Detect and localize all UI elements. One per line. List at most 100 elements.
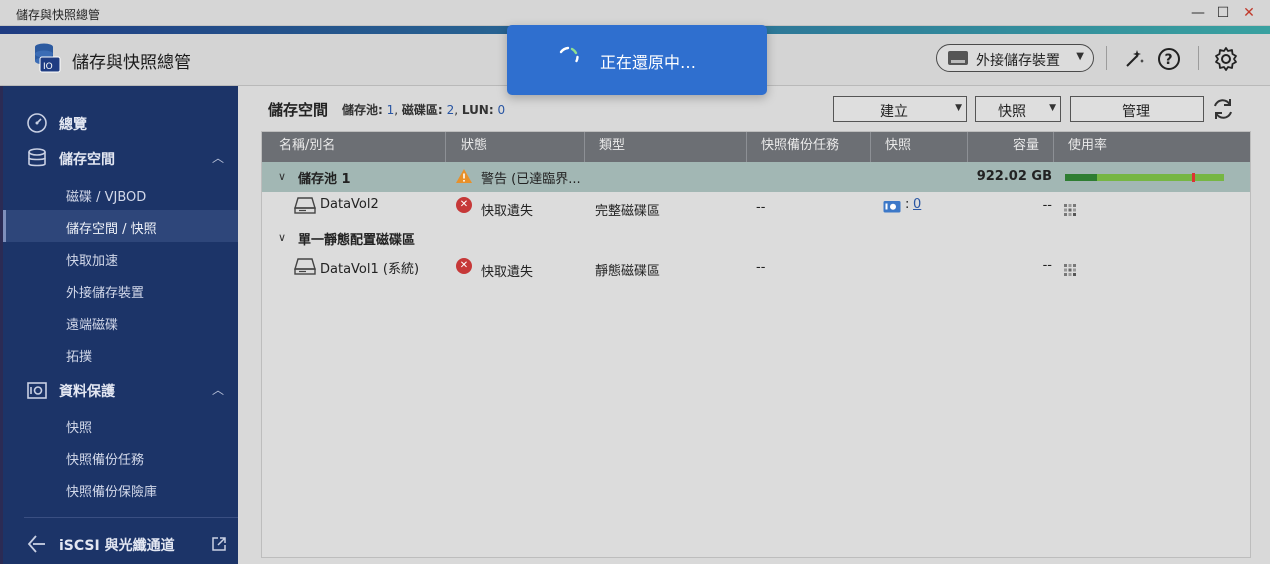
sidebar-item-label: 快照備份保險庫 (66, 485, 158, 500)
column-header[interactable]: 名稱/別名 (262, 132, 446, 162)
pool-name: 儲存池 1 (298, 172, 351, 187)
external-storage-dropdown[interactable]: 外接儲存裝置 ▼ (936, 44, 1094, 72)
sidebar-item-label: 快照備份任務 (66, 453, 145, 468)
sidebar-item-label: 快取加速 (66, 254, 119, 269)
window-title-bar: 儲存與快照總管 — ☐ ✕ (0, 0, 1270, 26)
gear-icon[interactable] (1213, 46, 1239, 72)
table-row-volume[interactable]: DataVol2 ✕ 快取遺失 完整磁碟區 -- : 0 -- (262, 192, 1250, 222)
pool-status: 警告 (已達臨界... (481, 172, 581, 187)
storage-summary: 儲存池: 1, 磁碟區: 2, LUN: 0 (342, 103, 506, 117)
storage-table: 名稱/別名 狀態 類型 快照備份任務 快照 容量 使用率 ∨ 儲存池 1 警告 … (261, 131, 1251, 558)
error-icon: ✕ (456, 258, 472, 274)
usage-unknown-icon (1064, 264, 1076, 276)
chevron-down-icon[interactable]: ∨ (278, 170, 286, 183)
caret-down-icon: ▼ (1049, 103, 1056, 113)
window-title: 儲存與快照總管 (16, 8, 101, 22)
raid-icon (948, 51, 968, 65)
chevron-up-icon[interactable]: ︿ (212, 381, 224, 398)
table-row-static-group[interactable]: ∨ 單一靜態配置磁碟區 (262, 222, 1250, 252)
sidebar-item-iscsi[interactable]: iSCSI 與光纖通道 (0, 529, 238, 559)
svg-text:?: ? (1165, 52, 1173, 68)
group-name: 單一靜態配置磁碟區 (298, 233, 416, 248)
sidebar-item-cache[interactable]: 快取加速 (3, 242, 238, 274)
volume-name[interactable]: DataVol1 (系統) (320, 258, 419, 277)
chevron-down-icon: ▼ (1076, 51, 1084, 62)
sidebar-item-disks[interactable]: 磁碟 / VJBOD (3, 178, 238, 210)
page-title: 儲存空間 (268, 101, 329, 119)
close-button[interactable]: ✕ (1239, 4, 1259, 22)
manage-label: 管理 (1122, 104, 1150, 120)
header-divider (1198, 46, 1199, 70)
sidebar-section-storage[interactable]: 儲存空間 ︿ (0, 143, 238, 173)
create-dropdown[interactable]: 建立 ▼ (833, 96, 967, 122)
loading-spinner-icon (559, 46, 579, 63)
usage-bar-fill (1065, 174, 1097, 181)
storage-app-icon: IO (35, 43, 61, 73)
snapshot-camera-icon (883, 201, 901, 213)
column-header[interactable]: 快照備份任務 (747, 132, 871, 162)
volume-type: 完整磁碟區 (595, 204, 661, 219)
volume-disk-icon (294, 258, 316, 275)
sidebar-label: 儲存空間 (59, 152, 115, 168)
svg-text:IO: IO (43, 62, 53, 72)
create-label: 建立 (880, 104, 908, 120)
volume-disk-icon (294, 197, 316, 214)
sidebar-item-label: 遠端磁碟 (66, 318, 119, 333)
refresh-icon[interactable] (1210, 96, 1236, 122)
column-header[interactable]: 快照 (871, 132, 968, 162)
snapshot-label: 快照 (998, 104, 1026, 120)
table-row-volume[interactable]: DataVol1 (系統) ✕ 快取遺失 靜態磁碟區 -- -- (262, 252, 1250, 282)
pool-count-label: 儲存池: (342, 103, 383, 117)
chevron-down-icon[interactable]: ∨ (278, 231, 286, 244)
sidebar-item-label: 磁碟 / VJBOD (66, 190, 147, 205)
sidebar-section-data-protection[interactable]: 資料保護 ︿ (0, 375, 238, 405)
lun-count: 0 (497, 103, 506, 117)
volume-backup-jobs: -- (756, 260, 766, 275)
volume-capacity: -- (1042, 258, 1052, 273)
pool-capacity: 922.02 GB (976, 169, 1052, 184)
sidebar-item-label: 拓撲 (66, 350, 93, 365)
snapshot-count-link[interactable]: 0 (913, 197, 921, 212)
table-row-pool[interactable]: ∨ 儲存池 1 警告 (已達臨界... 922.02 GB (262, 162, 1250, 192)
sidebar-item-remote-disk[interactable]: 遠端磁碟 (3, 306, 238, 338)
error-icon: ✕ (456, 197, 472, 213)
snapshot-count-prefix: : (905, 197, 910, 212)
sidebar-item-snapshot-backup-jobs[interactable]: 快照備份任務 (3, 441, 238, 473)
sidebar-item-label: 快照 (66, 421, 93, 436)
caret-down-icon: ▼ (955, 103, 962, 113)
sidebar-item-external-storage[interactable]: 外接儲存裝置 (3, 274, 238, 306)
volume-count: 2 (446, 103, 455, 117)
snapshot-dropdown[interactable]: 快照 ▼ (975, 96, 1061, 122)
help-icon[interactable]: ? (1156, 46, 1182, 72)
dashboard-icon (27, 113, 47, 133)
column-header[interactable]: 容量 (968, 132, 1054, 162)
sidebar-item-storage-snapshots[interactable]: 儲存空間 / 快照 (3, 210, 238, 242)
sidebar-label: 資料保護 (59, 384, 115, 400)
iscsi-icon (27, 535, 45, 553)
column-header[interactable]: 使用率 (1054, 132, 1250, 162)
chevron-up-icon[interactable]: ︿ (212, 149, 224, 166)
sidebar-item-topology[interactable]: 拓撲 (3, 338, 238, 370)
lun-count-label: LUN: (461, 103, 494, 117)
column-header[interactable]: 狀態 (446, 132, 585, 162)
volume-type: 靜態磁碟區 (595, 264, 661, 279)
main-content: 儲存空間 儲存池: 1, 磁碟區: 2, LUN: 0 建立 ▼ 快照 ▼ 管理… (238, 86, 1270, 564)
pool-count: 1 (386, 103, 395, 117)
volume-name[interactable]: DataVol2 (320, 197, 379, 212)
volume-count-label: 磁碟區: (401, 103, 443, 117)
wand-icon[interactable] (1121, 46, 1147, 72)
maximize-button[interactable]: ☐ (1213, 4, 1233, 22)
app-title: 儲存與快照總管 (72, 53, 191, 73)
column-header[interactable]: 類型 (585, 132, 747, 162)
minimize-button[interactable]: — (1188, 4, 1208, 22)
volume-status: 快取遺失 (481, 265, 534, 280)
manage-button[interactable]: 管理 (1070, 96, 1204, 122)
sidebar-item-overview[interactable]: 總覽 (0, 108, 238, 138)
snapshot-camera-icon (27, 382, 47, 399)
usage-threshold-marker (1192, 173, 1195, 182)
restoring-toast: 正在還原中… (507, 25, 767, 95)
volume-backup-jobs: -- (756, 200, 766, 215)
external-link-icon[interactable] (211, 536, 227, 552)
sidebar-item-snapshot[interactable]: 快照 (3, 409, 238, 441)
sidebar-item-snapshot-vault[interactable]: 快照備份保險庫 (3, 473, 238, 505)
